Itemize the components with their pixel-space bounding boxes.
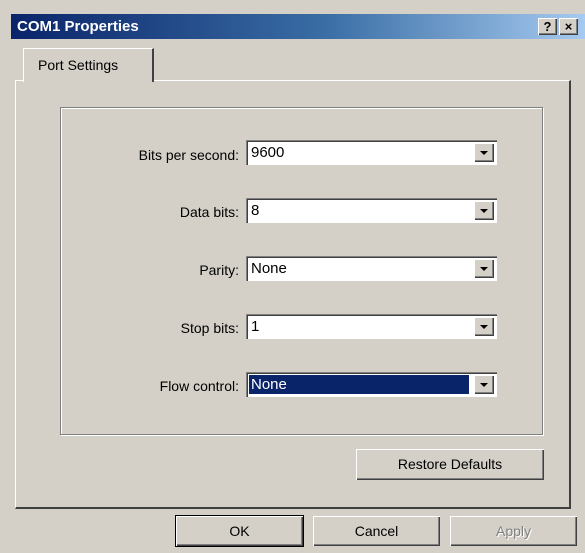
flow-control-label: Flow control: — [159, 378, 239, 394]
data-bits-select[interactable]: 8 — [246, 198, 497, 223]
title-bar[interactable]: COM1 Properties ? × — [11, 14, 585, 39]
stop-bits-dropdown-button[interactable] — [474, 317, 494, 336]
chevron-down-icon — [480, 383, 488, 387]
data-bits-label: Data bits: — [179, 204, 239, 220]
bits-per-second-value: 9600 — [251, 144, 285, 161]
chevron-down-icon — [480, 325, 488, 329]
stop-bits-select[interactable]: 1 — [246, 314, 497, 339]
flow-control-dropdown-button[interactable] — [474, 375, 494, 394]
help-icon: ? — [543, 19, 552, 34]
data-bits-value: 8 — [251, 202, 260, 219]
apply-button[interactable]: Apply — [450, 516, 577, 546]
bits-per-second-dropdown-button[interactable] — [474, 143, 494, 162]
stop-bits-value: 1 — [251, 318, 260, 335]
parity-label: Parity: — [199, 262, 239, 278]
data-bits-dropdown-button[interactable] — [474, 201, 494, 220]
tab-port-settings[interactable]: Port Settings — [23, 48, 154, 82]
parity-dropdown-button[interactable] — [474, 259, 494, 278]
bits-per-second-label: Bits per second: — [138, 147, 239, 163]
close-icon: × — [564, 19, 573, 34]
parity-value: None — [251, 260, 287, 277]
com1-properties-dialog: COM1 Properties ? × Port Settings Bits p… — [0, 0, 585, 553]
ok-button[interactable]: OK — [176, 516, 303, 546]
stop-bits-label: Stop bits: — [180, 320, 239, 336]
flow-control-select[interactable]: None — [246, 372, 497, 397]
close-button[interactable]: × — [559, 18, 578, 35]
restore-defaults-button[interactable]: Restore Defaults — [356, 449, 544, 480]
window-title: COM1 Properties — [17, 18, 139, 35]
chevron-down-icon — [480, 209, 488, 213]
chevron-down-icon — [480, 267, 488, 271]
tab-port-settings-label: Port Settings — [38, 57, 119, 73]
flow-control-value: None — [249, 375, 469, 394]
help-button[interactable]: ? — [538, 18, 557, 35]
chevron-down-icon — [480, 151, 488, 155]
parity-select[interactable]: None — [246, 256, 497, 281]
cancel-button[interactable]: Cancel — [313, 516, 440, 546]
bits-per-second-select[interactable]: 9600 — [246, 140, 497, 165]
